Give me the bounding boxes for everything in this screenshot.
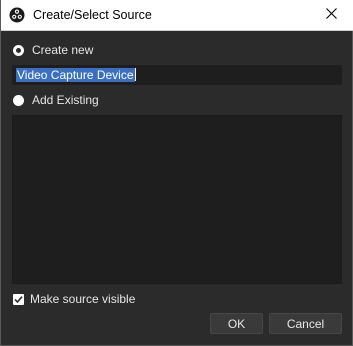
radio-checked-indicator xyxy=(13,44,24,56)
selected-text: Video Capture Device xyxy=(16,68,135,82)
create-new-label: Create new xyxy=(32,43,94,57)
add-existing-label: Add Existing xyxy=(32,93,99,107)
make-source-visible-checkbox[interactable]: Make source visible xyxy=(13,291,135,307)
add-existing-radio[interactable]: Add Existing xyxy=(13,92,99,108)
title-bar: Create/Select Source xyxy=(1,0,353,31)
make-source-visible-label: Make source visible xyxy=(30,292,136,306)
text-caret xyxy=(134,68,136,81)
ok-button[interactable]: OK xyxy=(210,313,263,334)
existing-sources-list[interactable] xyxy=(12,115,342,284)
close-icon xyxy=(325,8,337,22)
cancel-button[interactable]: Cancel xyxy=(269,313,342,334)
create-new-radio[interactable]: Create new xyxy=(13,42,93,58)
window-title: Create/Select Source xyxy=(33,8,152,22)
source-name-input[interactable]: Video Capture Device xyxy=(12,65,342,85)
radio-unchecked-indicator xyxy=(13,94,24,106)
close-button[interactable] xyxy=(308,0,353,30)
obs-logo-icon xyxy=(9,7,25,23)
create-select-source-dialog: Create/Select Source Create new Video Ca… xyxy=(0,0,353,346)
checkmark-icon xyxy=(13,293,24,305)
